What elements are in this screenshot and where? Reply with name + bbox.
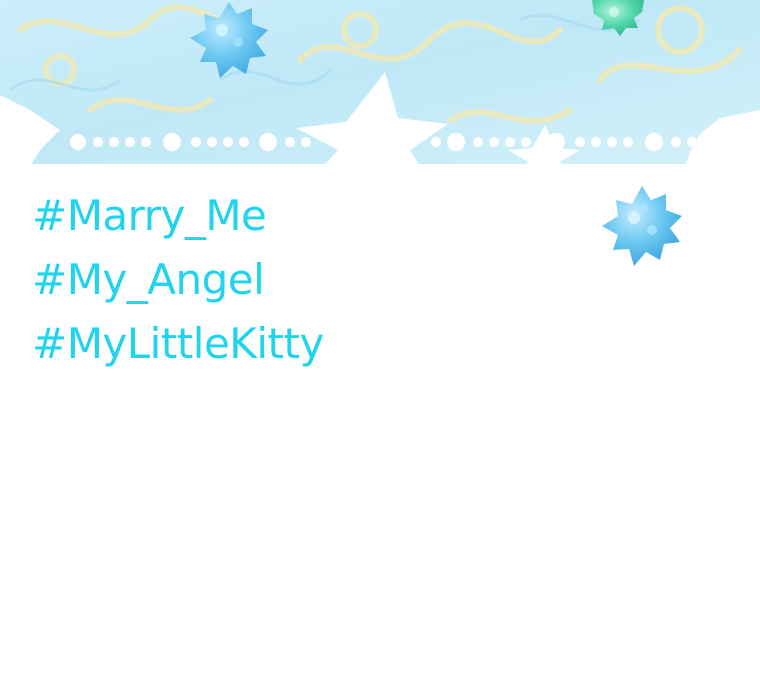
hashtag: #MyLittleKitty [32,319,324,368]
konpeito-candy [190,2,268,78]
konpeito-candy [602,186,682,266]
hashtag: #Marry_Me [32,191,267,240]
hashtag-list: #Marry_Me #My_Angel #MyLittleKitty [32,184,324,376]
page: #Marry_Me #My_Angel #MyLittleKitty [0,0,760,680]
konpeito-candy [592,0,644,36]
hashtag: #My_Angel [32,255,265,304]
